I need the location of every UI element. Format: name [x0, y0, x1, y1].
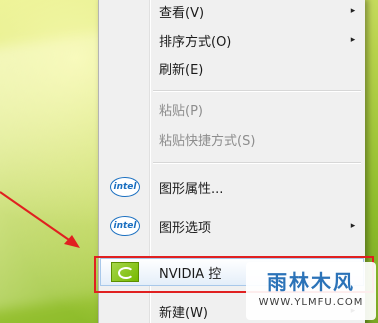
- watermark-title: 雨林木风: [267, 270, 355, 294]
- menu-item-label: 图形属性...: [159, 181, 224, 197]
- menu-item-label: 刷新(E): [159, 62, 204, 78]
- menu-item-label: 粘贴快捷方式(S): [159, 133, 256, 149]
- icon-slot: [101, 0, 149, 24]
- icon-slot: [101, 126, 149, 152]
- icon-slot: intel: [101, 174, 149, 200]
- menu-separator: [153, 90, 361, 92]
- menu-item-graphics-properties[interactable]: intel 图形属性...: [101, 174, 363, 200]
- menu-separator: [153, 162, 361, 164]
- submenu-arrow-icon: ▸: [350, 6, 356, 16]
- watermark-url: WWW.YLMFU.COM: [258, 297, 364, 308]
- menu-item-paste[interactable]: 粘贴(P): [101, 96, 363, 122]
- menu-item-refresh[interactable]: 刷新(E): [101, 55, 363, 81]
- watermark-logo: 雨林木风 WWW.YLMFU.COM: [246, 262, 376, 320]
- menu-item-sort-by[interactable]: 排序方式(O) ▸: [101, 27, 363, 53]
- submenu-arrow-icon: ▸: [350, 221, 356, 231]
- icon-slot: [101, 27, 149, 53]
- menu-item-label: 粘贴(P): [159, 103, 203, 119]
- icon-slot: intel: [101, 213, 149, 239]
- menu-item-label: 查看(V): [159, 5, 205, 21]
- icon-slot: [101, 96, 149, 122]
- menu-item-label: 图形选项: [159, 220, 212, 236]
- icon-slot: [101, 55, 149, 81]
- menu-item-label: 排序方式(O): [159, 34, 232, 50]
- menu-item-paste-shortcut[interactable]: 粘贴快捷方式(S): [101, 126, 363, 152]
- icon-slot: [101, 298, 149, 323]
- menu-item-view[interactable]: 查看(V) ▸: [101, 0, 363, 24]
- intel-icon: intel: [110, 177, 140, 197]
- submenu-arrow-icon: ▸: [350, 35, 356, 45]
- intel-icon: intel: [110, 216, 140, 236]
- menu-item-graphics-options[interactable]: intel 图形选项 ▸: [101, 213, 363, 239]
